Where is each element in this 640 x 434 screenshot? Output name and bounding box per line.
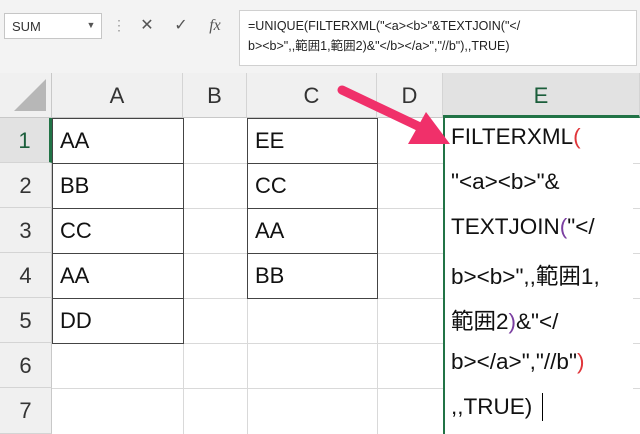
edit-line: TEXTJOIN("</	[451, 214, 595, 239]
column-header-a[interactable]: A	[52, 73, 183, 118]
edit-line: b><b>",,範囲1,	[451, 264, 600, 289]
cell-a5[interactable]: DD	[52, 298, 184, 344]
row-header-7[interactable]: 7	[0, 388, 52, 434]
insert-function-icon[interactable]: fx	[200, 12, 230, 40]
row-header-1[interactable]: 1	[0, 118, 52, 163]
cell-c4[interactable]: BB	[247, 253, 378, 299]
cancel-icon[interactable]: ✕	[132, 12, 162, 40]
cell-a3[interactable]: CC	[52, 208, 184, 254]
cell-a1[interactable]: AA	[52, 118, 184, 164]
row-header-3[interactable]: 3	[0, 208, 52, 253]
edit-line: FILTERXML(	[451, 124, 581, 149]
cell-a4[interactable]: AA	[52, 253, 184, 299]
column-header-e[interactable]: E	[443, 73, 640, 118]
row-header-2[interactable]: 2	[0, 163, 52, 208]
formula-input[interactable]: =UNIQUE(FILTERXML("<a><b>"&TEXTJOIN("</ …	[239, 10, 637, 66]
row-header-5[interactable]: 5	[0, 298, 52, 343]
formula-line-2: b><b>",,範囲1,範囲2)&"</b></a>","//b"),,TRUE…	[248, 39, 510, 53]
more-options-icon[interactable]: ⋮	[112, 12, 126, 38]
cell-e1-editor[interactable]: FILTERXML( "<a><b>"& TEXTJOIN("</ b><b>"…	[443, 118, 633, 434]
text-caret	[542, 393, 543, 421]
column-header-b[interactable]: B	[183, 73, 247, 118]
select-all-icon	[14, 79, 46, 111]
cell-a2[interactable]: BB	[52, 163, 184, 209]
cell-c2[interactable]: CC	[247, 163, 378, 209]
chevron-down-icon[interactable]: ▼	[84, 13, 98, 37]
edit-line: ,,TRUE)	[451, 394, 533, 419]
enter-icon[interactable]: ✓	[166, 12, 196, 40]
annotation-arrow-icon	[337, 85, 450, 144]
edit-line: b></a>","//b")	[451, 349, 585, 374]
row-header-4[interactable]: 4	[0, 253, 52, 298]
formula-line-1: =UNIQUE(FILTERXML("<a><b>"&TEXTJOIN("</	[248, 19, 521, 33]
edit-line: 範囲2)&"</	[451, 309, 559, 334]
row-header-6[interactable]: 6	[0, 343, 52, 388]
cell-c3[interactable]: AA	[247, 208, 378, 254]
edit-line: "<a><b>"&	[451, 169, 560, 194]
